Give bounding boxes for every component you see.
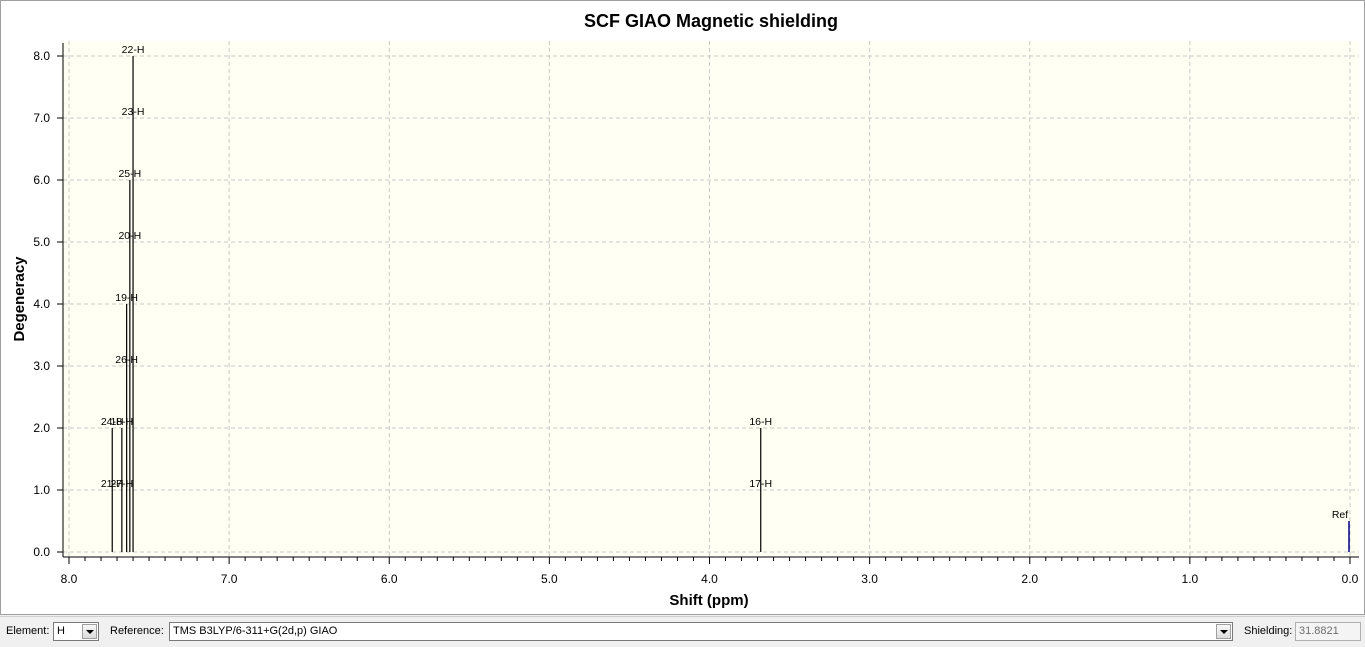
peak-label: 20-H	[118, 230, 141, 242]
x-tick-label: 0.0	[1342, 572, 1359, 586]
y-tick-label: 6.0	[33, 173, 50, 187]
reference-label: Reference:	[110, 625, 164, 637]
x-tick-label: 5.0	[541, 572, 558, 586]
y-tick-label: 7.0	[33, 111, 50, 125]
x-tick-label: 8.0	[61, 572, 78, 586]
element-label: Element:	[6, 625, 50, 637]
bottom-toolbar: Element: H Reference: TMS B3LYP/6-311+G(…	[0, 616, 1365, 647]
peak-label: 16-H	[749, 416, 772, 428]
nmr-chart: SCF GIAO Magnetic shielding Degeneracy S…	[11, 11, 1359, 609]
x-tick-label: 7.0	[221, 572, 238, 586]
chart-panel: SCF GIAO Magnetic shielding Degeneracy S…	[0, 0, 1365, 615]
y-tick-label: 3.0	[33, 359, 50, 373]
shielding-field: 31.8821	[1295, 622, 1361, 641]
x-axis-label: Shift (ppm)	[669, 592, 748, 609]
y-tick-label: 1.0	[33, 483, 50, 497]
peak-label: 23-H	[122, 106, 145, 118]
y-tick-label: 5.0	[33, 235, 50, 249]
reference-select[interactable]: TMS B3LYP/6-311+G(2d,p) GIAO	[169, 622, 1233, 641]
y-axis-label: Degeneracy	[11, 256, 28, 342]
y-tick-label: 4.0	[33, 297, 50, 311]
reference-value: TMS B3LYP/6-311+G(2d,p) GIAO	[173, 625, 338, 637]
x-tick-label: 4.0	[701, 572, 718, 586]
x-tick-label: 2.0	[1021, 572, 1038, 586]
element-select[interactable]: H	[53, 622, 99, 641]
peak-label: 26-H	[115, 354, 138, 366]
shielding-label: Shielding:	[1244, 625, 1293, 637]
reference-label: Ref	[1332, 509, 1348, 521]
x-tick-label: 6.0	[381, 572, 398, 586]
chevron-down-icon[interactable]	[1216, 624, 1231, 639]
element-value: H	[57, 625, 65, 637]
chevron-down-icon[interactable]	[82, 624, 97, 639]
peak-label: 19-H	[115, 292, 138, 304]
x-tick-label: 3.0	[861, 572, 878, 586]
peak-label: 22-H	[122, 44, 145, 56]
chart-title: SCF GIAO Magnetic shielding	[584, 11, 838, 31]
y-tick-label: 0.0	[33, 545, 50, 559]
y-tick-label: 8.0	[33, 49, 50, 63]
y-tick-label: 2.0	[33, 421, 50, 435]
peak-label: 25-H	[118, 168, 141, 180]
x-tick-label: 1.0	[1182, 572, 1199, 586]
peak-label: 17-H	[749, 478, 772, 490]
